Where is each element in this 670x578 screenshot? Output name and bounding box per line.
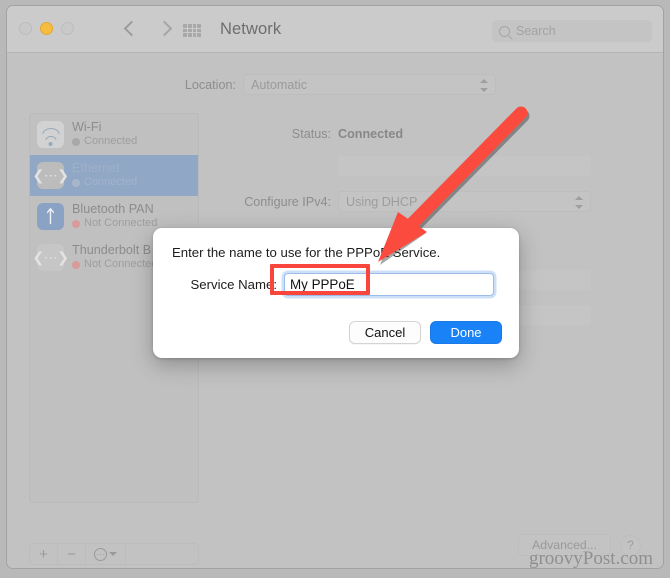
ethernet-icon: ❮⋯❯ (33, 244, 69, 271)
watermark: groovyPost.com (528, 548, 653, 569)
chevron-updown-icon (575, 196, 583, 209)
minimize-button[interactable] (40, 22, 53, 35)
service-status-label: Not Connected (84, 217, 158, 230)
service-name-label: Service Name: (190, 277, 277, 292)
forward-chevron-icon[interactable] (155, 16, 177, 42)
service-name-row: Service Name: My PPPoE (153, 273, 519, 296)
service-status-label: Connected (84, 135, 138, 148)
wifi-icon (37, 121, 64, 148)
services-list-toolbar: + − ⋯ (29, 543, 199, 565)
status-dot-icon (72, 179, 80, 188)
status-row: Status: Connected (212, 127, 641, 141)
configure-ipv4-dropdown[interactable]: Using DHCP (338, 191, 591, 212)
gear-dropdown-icon[interactable]: ⋯ (86, 544, 126, 564)
screenshot-root: Network Search Location: Automatic Wi-Fi… (0, 0, 670, 578)
status-dot-icon (72, 138, 80, 147)
sidebar-item-wifi[interactable]: Wi-Fi Connected (30, 114, 198, 155)
dialog-title: Enter the name to use for the PPPoE Serv… (172, 245, 441, 260)
service-status: Not Connected (72, 258, 157, 272)
chevron-updown-icon (480, 79, 488, 92)
search-icon (499, 25, 510, 37)
location-value: Automatic (251, 77, 307, 92)
configure-ipv4-label: Configure IPv4: (244, 194, 331, 209)
page-title: Network (220, 20, 282, 38)
cancel-button[interactable]: Cancel (349, 321, 421, 344)
service-status-label: Connected (84, 176, 138, 189)
bluetooth-icon: ᛏ (37, 203, 64, 230)
sidebar-item-ethernet[interactable]: ❮⋯❯ Ethernet Connected (30, 155, 198, 196)
search-input[interactable]: Search (492, 20, 652, 42)
remove-service-button[interactable]: − (58, 544, 86, 564)
location-label: Location: (184, 77, 236, 92)
service-name: Thunderbolt B (72, 242, 152, 257)
search-placeholder: Search (516, 24, 556, 38)
service-status: Not Connected (72, 217, 157, 231)
location-dropdown[interactable]: Automatic (243, 74, 496, 95)
chevron-down-icon (109, 552, 117, 556)
ip-field-row (212, 156, 641, 176)
actions-glyph: ⋯ (94, 547, 107, 561)
ip-address-field (338, 156, 591, 176)
pppoe-service-name-dialog: Enter the name to use for the PPPoE Serv… (153, 228, 519, 358)
ethernet-icon: ❮⋯❯ (33, 162, 69, 189)
back-chevron-icon[interactable] (120, 16, 142, 42)
grid-icon[interactable] (183, 24, 201, 37)
service-name: Bluetooth PAN (72, 201, 154, 216)
service-status: Connected (72, 176, 137, 190)
status-dot-icon (72, 220, 80, 229)
dialog-buttons: Cancel Done (349, 321, 502, 344)
add-service-button[interactable]: + (30, 544, 58, 564)
status-label: Status: (291, 127, 331, 141)
service-name-value: My PPPoE (290, 277, 355, 292)
service-name: Ethernet (72, 160, 120, 175)
status-badge: Connected (338, 127, 404, 141)
traffic-light-buttons (19, 22, 74, 35)
window-toolbar: Network Search (7, 6, 663, 53)
service-status: Connected (72, 135, 137, 149)
close-button[interactable] (19, 22, 32, 35)
service-status-label: Not Connected (84, 258, 158, 271)
status-dot-icon (72, 261, 80, 270)
service-name-input[interactable]: My PPPoE (284, 273, 494, 296)
zoom-button[interactable] (61, 22, 74, 35)
done-button[interactable]: Done (430, 321, 502, 344)
service-name: Wi-Fi (72, 119, 102, 134)
navigation-buttons (120, 16, 177, 42)
configure-ipv4-value: Using DHCP (346, 194, 418, 209)
configure-ipv4-row: Configure IPv4: Using DHCP (212, 191, 641, 212)
location-row: Location: Automatic (7, 74, 663, 95)
